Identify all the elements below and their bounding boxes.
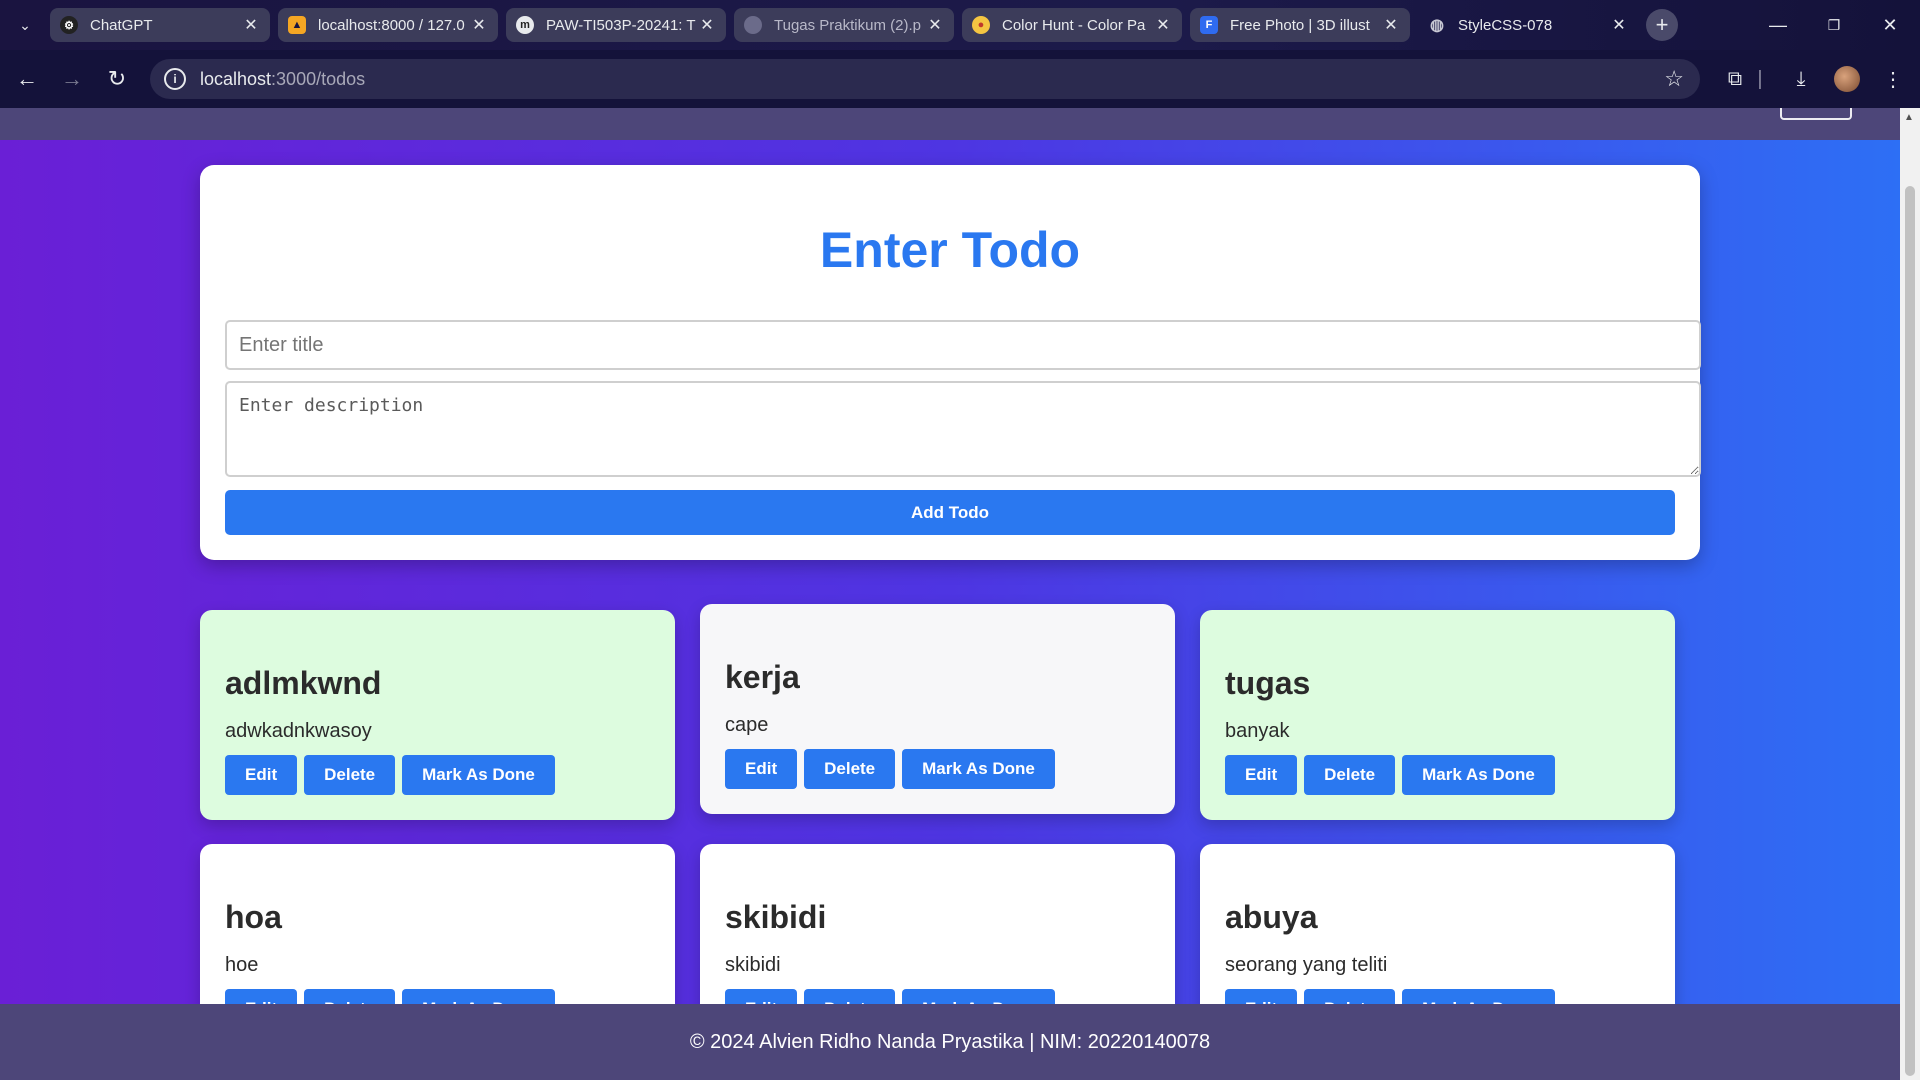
tab-phpmyadmin[interactable]: ▲ localhost:8000 / 127.0 ✕ [278, 8, 498, 42]
todo-description: seorang yang teliti [1225, 954, 1388, 976]
todo-form-card: Enter Todo Add Todo [200, 165, 1701, 560]
tab-moodle[interactable]: m PAW-TI503P-20241: T ✕ [506, 8, 726, 42]
todo-actions: Edit Delete Mark As Done [725, 749, 1055, 789]
profile-avatar[interactable] [1834, 66, 1860, 92]
tab-freepik[interactable]: F Free Photo | 3D illust ✕ [1190, 8, 1410, 42]
todo-description: adwkadnkwasoy [225, 720, 372, 742]
minimize-icon[interactable]: — [1758, 8, 1798, 42]
tab-title: localhost:8000 / 127.0 [318, 16, 465, 34]
address-bar[interactable]: i localhost :3000/todos ☆ [150, 59, 1700, 99]
tab-chatgpt[interactable]: ⚙ ChatGPT ✕ [50, 8, 270, 42]
edit-button[interactable]: Edit [1225, 755, 1298, 795]
freepik-favicon-icon: F [1200, 16, 1218, 34]
todo-title: tugas [1225, 665, 1311, 701]
title-input[interactable] [225, 320, 1701, 370]
restore-icon[interactable]: ❐ [1814, 8, 1854, 42]
page-viewport: Enter Todo Add Todo adlmkwnd adwkadnkwas… [0, 108, 1900, 1080]
tab-close-icon[interactable]: ✕ [1610, 15, 1628, 35]
todo-title: abuya [1225, 899, 1318, 935]
todo-description: cape [725, 714, 769, 736]
page-scrollbar[interactable]: ▲ [1900, 108, 1920, 1080]
chatgpt-favicon-icon: ⚙ [60, 16, 78, 34]
mark-done-button[interactable]: Mark As Done [902, 749, 1055, 789]
todo-title: hoa [225, 899, 282, 935]
tab-title: ChatGPT [90, 16, 153, 34]
delete-button[interactable]: Delete [304, 755, 396, 795]
back-arrow-icon[interactable]: ← [10, 62, 44, 96]
extensions-puzzle-icon[interactable]: ⧉ [1718, 62, 1752, 96]
todo-card: adlmkwnd adwkadnkwasoy Edit Delete Mark … [200, 610, 675, 820]
todo-description: skibidi [725, 954, 781, 976]
pdf-favicon-icon [744, 16, 762, 34]
browser-menu-kebab-icon[interactable]: ⋮ [1876, 62, 1910, 96]
todo-card: kerja cape Edit Delete Mark As Done [700, 604, 1175, 814]
url-path: :3000/todos [271, 68, 366, 89]
todo-description: banyak [1225, 720, 1290, 742]
site-info-icon[interactable]: i [164, 68, 186, 90]
tab-close-icon[interactable]: ✕ [926, 15, 944, 35]
tab-pdf[interactable]: Tugas Praktikum (2).p ✕ [734, 8, 954, 42]
tab-close-icon[interactable]: ✕ [1154, 15, 1172, 35]
todo-title: kerja [725, 659, 800, 695]
footer-copyright: © 2024 Alvien Ridho Nanda Pryastika | NI… [689, 1030, 1211, 1053]
description-input[interactable] [225, 381, 1701, 477]
tab-title: Color Hunt - Color Pa [1002, 16, 1146, 34]
site-navbar [0, 108, 1900, 140]
mark-done-button[interactable]: Mark As Done [402, 755, 555, 795]
bookmark-star-icon[interactable]: ☆ [1664, 66, 1684, 92]
new-tab-plus-icon[interactable]: + [1646, 9, 1678, 41]
moodle-favicon-icon: m [516, 16, 534, 34]
close-window-icon[interactable]: ✕ [1870, 8, 1910, 42]
scroll-up-arrow-icon[interactable]: ▲ [1904, 112, 1914, 123]
todo-card: tugas banyak Edit Delete Mark As Done [1200, 610, 1675, 820]
todo-title: adlmkwnd [225, 665, 382, 701]
tab-stylecss-active[interactable]: ◍ StyleCSS-078 ✕ [1418, 8, 1638, 42]
phpmyadmin-favicon-icon: ▲ [288, 16, 306, 34]
colorhunt-favicon-icon: ● [972, 16, 990, 34]
todo-actions: Edit Delete Mark As Done [225, 755, 555, 795]
add-todo-button[interactable]: Add Todo [225, 490, 1675, 535]
form-heading: Enter Todo [819, 222, 1081, 278]
tab-colorhunt[interactable]: ● Color Hunt - Color Pa ✕ [962, 8, 1182, 42]
tab-title: PAW-TI503P-20241: T [546, 16, 696, 34]
todo-description: hoe [225, 954, 259, 976]
scroll-thumb[interactable] [1905, 186, 1915, 1076]
tab-title: StyleCSS-078 [1458, 16, 1553, 34]
tab-title: Free Photo | 3D illust [1230, 16, 1370, 34]
delete-button[interactable]: Delete [1304, 755, 1396, 795]
tab-close-icon[interactable]: ✕ [698, 15, 716, 35]
tab-close-icon[interactable]: ✕ [470, 15, 488, 35]
forward-arrow-icon[interactable]: → [55, 62, 89, 96]
delete-button[interactable]: Delete [804, 749, 896, 789]
mark-done-button[interactable]: Mark As Done [1402, 755, 1555, 795]
edit-button[interactable]: Edit [725, 749, 798, 789]
tab-close-icon[interactable]: ✕ [242, 15, 260, 35]
tab-close-icon[interactable]: ✕ [1382, 15, 1400, 35]
tab-search-chevron-icon[interactable]: ⌄ [10, 12, 40, 38]
navbar-button[interactable] [1780, 108, 1852, 120]
edit-button[interactable]: Edit [225, 755, 298, 795]
download-icon[interactable]: ⤓ [1784, 62, 1818, 96]
globe-favicon-icon: ◍ [1430, 17, 1444, 34]
toolbar-divider: | [1757, 67, 1763, 90]
reload-icon[interactable]: ↻ [100, 62, 134, 96]
todo-actions: Edit Delete Mark As Done [1225, 755, 1555, 795]
site-footer: © 2024 Alvien Ridho Nanda Pryastika | NI… [0, 1004, 1900, 1080]
todo-title: skibidi [725, 899, 827, 935]
url-host: localhost [200, 68, 272, 89]
tab-title: Tugas Praktikum (2).p [774, 16, 921, 34]
